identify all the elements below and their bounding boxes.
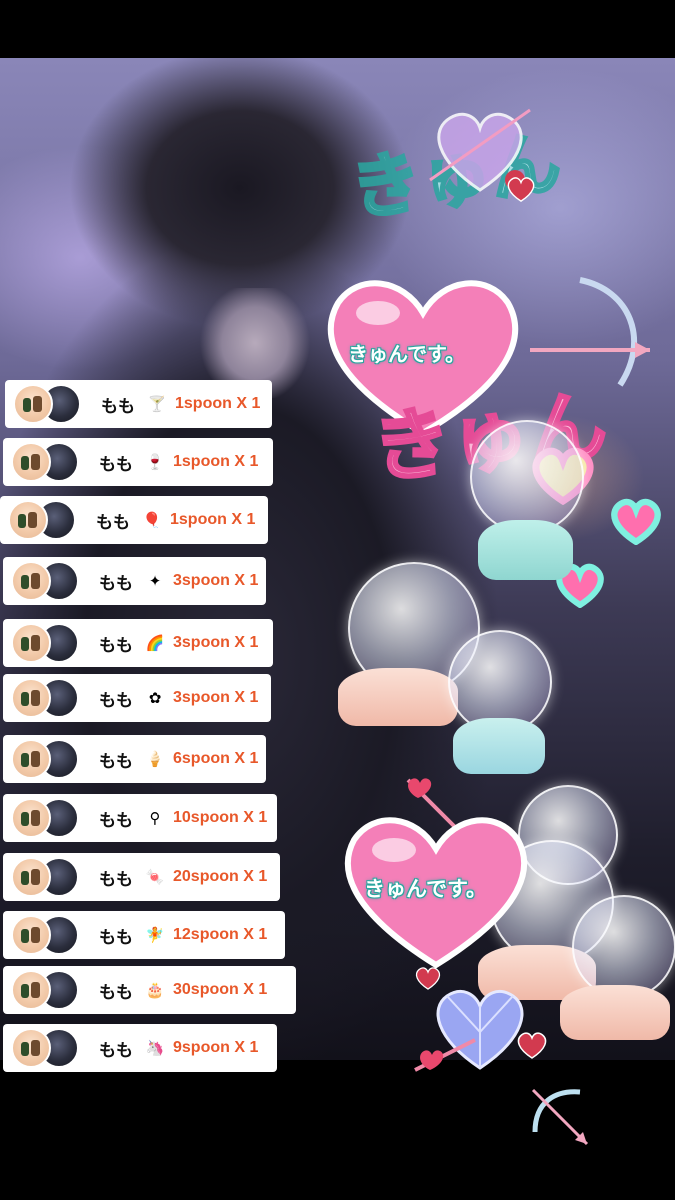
avatar bbox=[11, 442, 51, 482]
sender-name: もも bbox=[99, 982, 133, 1003]
user-avatar-pair bbox=[11, 678, 81, 718]
sender-name: もも bbox=[99, 1040, 133, 1061]
gift-amount: 10spoon X 1 bbox=[173, 809, 268, 826]
heart-label-top: きゅんです。 bbox=[348, 342, 465, 366]
candy-icon: 🍬 bbox=[145, 868, 165, 886]
avatar bbox=[11, 1028, 51, 1068]
sender-name: もも bbox=[99, 635, 133, 656]
user-avatar-pair bbox=[8, 500, 78, 540]
avatar bbox=[11, 623, 51, 663]
avatar bbox=[13, 384, 53, 424]
gift-row[interactable]: もも 🎂 30spoon X 1 bbox=[3, 966, 296, 1014]
avatar bbox=[8, 500, 48, 540]
user-avatar-pair bbox=[11, 739, 81, 779]
user-avatar-pair bbox=[13, 384, 83, 424]
wine-glass-icon: 🍷 bbox=[145, 453, 165, 471]
gift-amount: 30spoon X 1 bbox=[173, 981, 268, 998]
red-heart-icon bbox=[517, 1032, 547, 1059]
gift-amount: 1spoon X 1 bbox=[173, 453, 259, 470]
gift-row[interactable]: もも 🍸 1spoon X 1 bbox=[5, 380, 272, 428]
balloon-icon: 🎈 bbox=[142, 511, 162, 529]
sender-name: もも bbox=[99, 573, 133, 594]
user-avatar-pair bbox=[11, 970, 81, 1010]
cocktail-icon: 🍸 bbox=[147, 395, 167, 413]
gift-amount: 9spoon X 1 bbox=[173, 1039, 259, 1056]
user-avatar-pair bbox=[11, 623, 81, 663]
sender-name: もも bbox=[99, 927, 133, 948]
user-avatar-pair bbox=[11, 442, 81, 482]
user-avatar-pair bbox=[11, 915, 81, 955]
gift-amount: 3spoon X 1 bbox=[173, 689, 259, 706]
gift-amount: 3spoon X 1 bbox=[173, 572, 259, 589]
gift-row[interactable]: もも 🧚 12spoon X 1 bbox=[3, 911, 285, 959]
gift-row[interactable]: もも 🍦 6spoon X 1 bbox=[3, 735, 266, 783]
avatar bbox=[11, 915, 51, 955]
unicorn-icon: 🦄 bbox=[145, 1039, 165, 1057]
gift-row[interactable]: もも 🎈 1spoon X 1 bbox=[0, 496, 268, 544]
sender-name: もも bbox=[99, 810, 133, 831]
globe-base bbox=[453, 718, 545, 774]
avatar bbox=[11, 798, 51, 838]
red-heart-icon bbox=[415, 967, 441, 990]
gift-row[interactable]: もも ✦ 3spoon X 1 bbox=[3, 557, 266, 605]
gift-row[interactable]: もも ✿ 3spoon X 1 bbox=[3, 674, 271, 722]
gift-row[interactable]: もも 🍷 1spoon X 1 bbox=[3, 438, 273, 486]
gift-row[interactable]: もも ⚲ 10spoon X 1 bbox=[3, 794, 277, 842]
arrow-heart-icon bbox=[414, 1038, 476, 1072]
gift-amount: 3spoon X 1 bbox=[173, 634, 259, 651]
gift-amount: 1spoon X 1 bbox=[170, 511, 256, 528]
globe-base bbox=[338, 668, 458, 726]
gift-row[interactable]: もも 🦄 9spoon X 1 bbox=[3, 1024, 277, 1072]
unicorn-globe-icon bbox=[572, 895, 675, 999]
sparkle-flower-icon: ✿ bbox=[148, 689, 162, 707]
snow-globe-icon bbox=[470, 420, 584, 534]
rainbow-ball-icon: 🌈 bbox=[145, 634, 165, 652]
red-heart-icon bbox=[507, 177, 535, 202]
fairy-icon: 🧚 bbox=[145, 926, 165, 944]
avatar bbox=[11, 970, 51, 1010]
gift-row[interactable]: もも 🍬 20spoon X 1 bbox=[3, 853, 280, 901]
avatar bbox=[11, 739, 51, 779]
heart-badge-icon bbox=[611, 498, 661, 545]
sender-name: もも bbox=[96, 512, 130, 533]
gift-notification-list: もも 🍸 1spoon X 1 もも 🍷 1spoon X 1 もも 🎈 1sp… bbox=[0, 0, 300, 1200]
magic-wand-icon: ⚲ bbox=[149, 809, 161, 827]
sender-name: もも bbox=[101, 396, 135, 417]
avatar bbox=[11, 561, 51, 601]
sender-name: もも bbox=[99, 869, 133, 890]
user-avatar-pair bbox=[11, 798, 81, 838]
ice-cream-icon: 🍦 bbox=[145, 750, 165, 768]
globe-base bbox=[560, 985, 670, 1040]
star-wand-icon: ✦ bbox=[148, 572, 162, 590]
gift-amount: 20spoon X 1 bbox=[173, 868, 268, 885]
cake-icon: 🎂 bbox=[145, 981, 165, 999]
heart-label-bottom: きゅんです。 bbox=[364, 877, 487, 901]
avatar bbox=[11, 678, 51, 718]
sender-name: もも bbox=[99, 454, 133, 475]
globe-base bbox=[478, 520, 573, 580]
user-avatar-pair bbox=[11, 1028, 81, 1068]
gift-amount: 12spoon X 1 bbox=[173, 926, 268, 943]
user-avatar-pair bbox=[11, 561, 81, 601]
sender-name: もも bbox=[99, 690, 133, 711]
cupid-bow-icon bbox=[531, 1088, 589, 1146]
user-avatar-pair bbox=[11, 857, 81, 897]
gift-row[interactable]: もも 🌈 3spoon X 1 bbox=[3, 619, 273, 667]
gift-amount: 1spoon X 1 bbox=[175, 395, 261, 412]
sender-name: もも bbox=[99, 751, 133, 772]
avatar bbox=[11, 857, 51, 897]
gift-amount: 6spoon X 1 bbox=[173, 750, 259, 767]
